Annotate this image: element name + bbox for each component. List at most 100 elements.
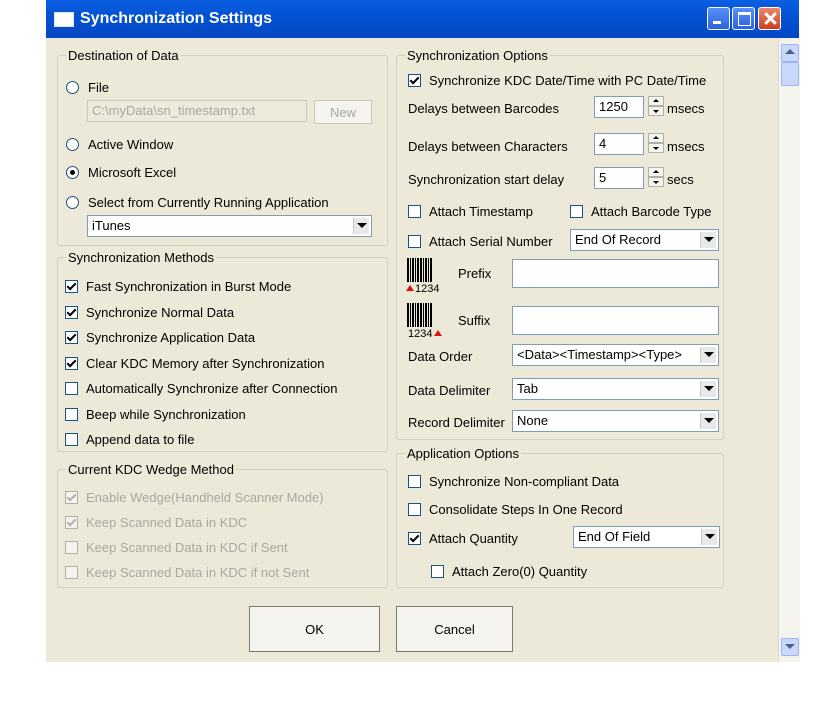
running-app-radio[interactable]: Select from Currently Running Applicatio…	[66, 195, 329, 210]
cancel-button[interactable]: Cancel	[396, 606, 513, 652]
checkbox-item[interactable]: Synchronize Application Data	[65, 330, 255, 345]
wedge-legend: Current KDC Wedge Method	[68, 462, 234, 477]
start-delay-input[interactable]: 5	[594, 167, 644, 189]
attach-barcode-type-checkbox[interactable]: Attach Barcode Type	[570, 204, 711, 219]
attach-serial-check[interactable]	[408, 235, 421, 248]
checkbox-item[interactable]: Automatically Synchronize after Connecti…	[65, 381, 337, 396]
data-order-select[interactable]: <Data><Timestamp><Type>	[512, 344, 719, 366]
checkbox-box	[65, 566, 78, 579]
checkbox-box	[65, 541, 78, 554]
record-delimiter-select[interactable]: None	[512, 410, 719, 432]
checkbox-box[interactable]	[65, 433, 78, 446]
active-window-label: Active Window	[88, 137, 174, 152]
running-app-select[interactable]: iTunes	[87, 215, 372, 237]
chevron-down-icon[interactable]	[700, 381, 716, 397]
spin-down-icon[interactable]	[648, 106, 664, 116]
chevron-down-icon[interactable]	[700, 232, 716, 248]
spin-up-icon[interactable]	[648, 96, 664, 106]
prefix-barcode-icon	[407, 258, 432, 282]
prefix-marker-icon	[406, 285, 414, 291]
attach-serial-label: Attach Serial Number	[429, 234, 553, 249]
close-button[interactable]	[758, 7, 781, 30]
checkbox-box[interactable]	[65, 356, 78, 370]
delay-barcodes-spinner[interactable]	[648, 96, 664, 118]
sync-datetime-checkbox[interactable]: Synchronize KDC Date/Time with PC Date/T…	[408, 73, 706, 88]
delay-chars-spinner[interactable]	[648, 133, 664, 155]
chevron-down-icon[interactable]	[700, 347, 716, 363]
active-window-radio[interactable]: Active Window	[66, 137, 173, 152]
file-radio[interactable]: File	[66, 80, 109, 95]
checkbox-item[interactable]: Fast Synchronization in Burst Mode	[65, 279, 291, 294]
serial-position-select[interactable]: End Of Record	[570, 229, 719, 251]
attach-quantity-label: Attach Quantity	[429, 531, 518, 546]
checkbox-item[interactable]: Beep while Synchronization	[65, 407, 246, 422]
file-radio-button[interactable]	[66, 81, 79, 94]
data-delimiter-label: Data Delimiter	[408, 383, 491, 398]
attach-serial-checkbox[interactable]: Attach Serial Number	[408, 234, 553, 249]
chevron-down-icon[interactable]	[700, 413, 716, 429]
sync-datetime-check[interactable]	[408, 74, 421, 87]
scroll-thumb[interactable]	[781, 62, 799, 86]
destination-legend: Destination of Data	[68, 48, 179, 63]
checkbox-item: Keep Scanned Data in KDC if Sent	[65, 540, 288, 555]
consolidate-check[interactable]	[408, 503, 421, 516]
attach-quantity-check[interactable]	[408, 532, 421, 545]
spin-down-icon[interactable]	[648, 177, 664, 187]
title-bar[interactable]: Synchronization Settings	[46, 0, 799, 38]
running-app-label: Select from Currently Running Applicatio…	[88, 195, 329, 210]
excel-radio-button[interactable]	[66, 166, 79, 179]
attach-quantity-checkbox[interactable]: Attach Quantity	[408, 531, 518, 546]
noncompliant-label: Synchronize Non-compliant Data	[429, 474, 620, 489]
sync-settings-window: Synchronization Settings Destination of …	[46, 0, 800, 662]
checkbox-item[interactable]: Append data to file	[65, 432, 194, 447]
checkbox-box[interactable]	[65, 305, 78, 319]
attach-timestamp-checkbox[interactable]: Attach Timestamp	[408, 204, 533, 219]
checkbox-label: Automatically Synchronize after Connecti…	[86, 381, 338, 396]
excel-radio[interactable]: Microsoft Excel	[66, 165, 176, 180]
checkbox-item[interactable]: Synchronize Normal Data	[65, 305, 234, 320]
delay-chars-input[interactable]: 4	[594, 133, 644, 155]
spin-up-icon[interactable]	[648, 133, 664, 143]
chevron-down-icon[interactable]	[701, 529, 717, 545]
new-file-button[interactable]: New	[314, 100, 372, 124]
minimize-button[interactable]	[707, 7, 730, 30]
checkbox-label: Fast Synchronization in Burst Mode	[86, 279, 292, 294]
attach-zero-checkbox[interactable]: Attach Zero(0) Quantity	[431, 564, 587, 579]
scroll-up-arrow-icon[interactable]	[781, 44, 799, 62]
noncompliant-checkbox[interactable]: Synchronize Non-compliant Data	[408, 474, 619, 489]
attach-timestamp-check[interactable]	[408, 205, 421, 218]
window-icon	[54, 12, 74, 27]
checkbox-box[interactable]	[65, 407, 78, 421]
maximize-button[interactable]	[732, 7, 755, 30]
suffix-input[interactable]	[512, 306, 719, 335]
prefix-input[interactable]	[512, 259, 719, 288]
spin-up-icon[interactable]	[648, 167, 664, 177]
noncompliant-check[interactable]	[408, 475, 421, 488]
file-path-field[interactable]: C:\myData\sn_timestamp.txt	[87, 100, 307, 122]
quantity-position-select[interactable]: End Of Field	[573, 526, 720, 548]
checkbox-box[interactable]	[65, 382, 78, 395]
data-delimiter-select[interactable]: Tab	[512, 378, 719, 400]
suffix-barcode-digits: 1234	[408, 328, 433, 340]
checkbox-item: Enable Wedge(Handheld Scanner Mode)	[65, 490, 324, 505]
checkbox-item[interactable]: Clear KDC Memory after Synchronization	[65, 356, 324, 371]
checkbox-box[interactable]	[65, 331, 78, 344]
attach-barcode-type-check[interactable]	[570, 205, 583, 218]
active-window-radio-button[interactable]	[66, 138, 79, 151]
chevron-down-icon[interactable]	[353, 218, 369, 234]
data-delimiter-value: Tab	[517, 381, 538, 396]
running-app-radio-button[interactable]	[66, 196, 79, 209]
consolidate-checkbox[interactable]: Consolidate Steps In One Record	[408, 502, 623, 517]
delay-chars-label: Delays between Characters	[408, 139, 568, 154]
vertical-scrollbar[interactable]	[778, 38, 800, 662]
ok-button[interactable]: OK	[249, 606, 380, 652]
suffix-label: Suffix	[458, 313, 491, 328]
delay-barcodes-input[interactable]: 1250	[594, 96, 644, 118]
checkbox-box[interactable]	[65, 280, 78, 293]
start-delay-spinner[interactable]	[648, 167, 664, 189]
scroll-down-arrow-icon[interactable]	[781, 638, 799, 656]
data-order-value: <Data><Timestamp><Type>	[517, 347, 683, 362]
checkbox-box	[65, 516, 78, 529]
attach-zero-check[interactable]	[431, 565, 444, 578]
spin-down-icon[interactable]	[648, 143, 664, 153]
